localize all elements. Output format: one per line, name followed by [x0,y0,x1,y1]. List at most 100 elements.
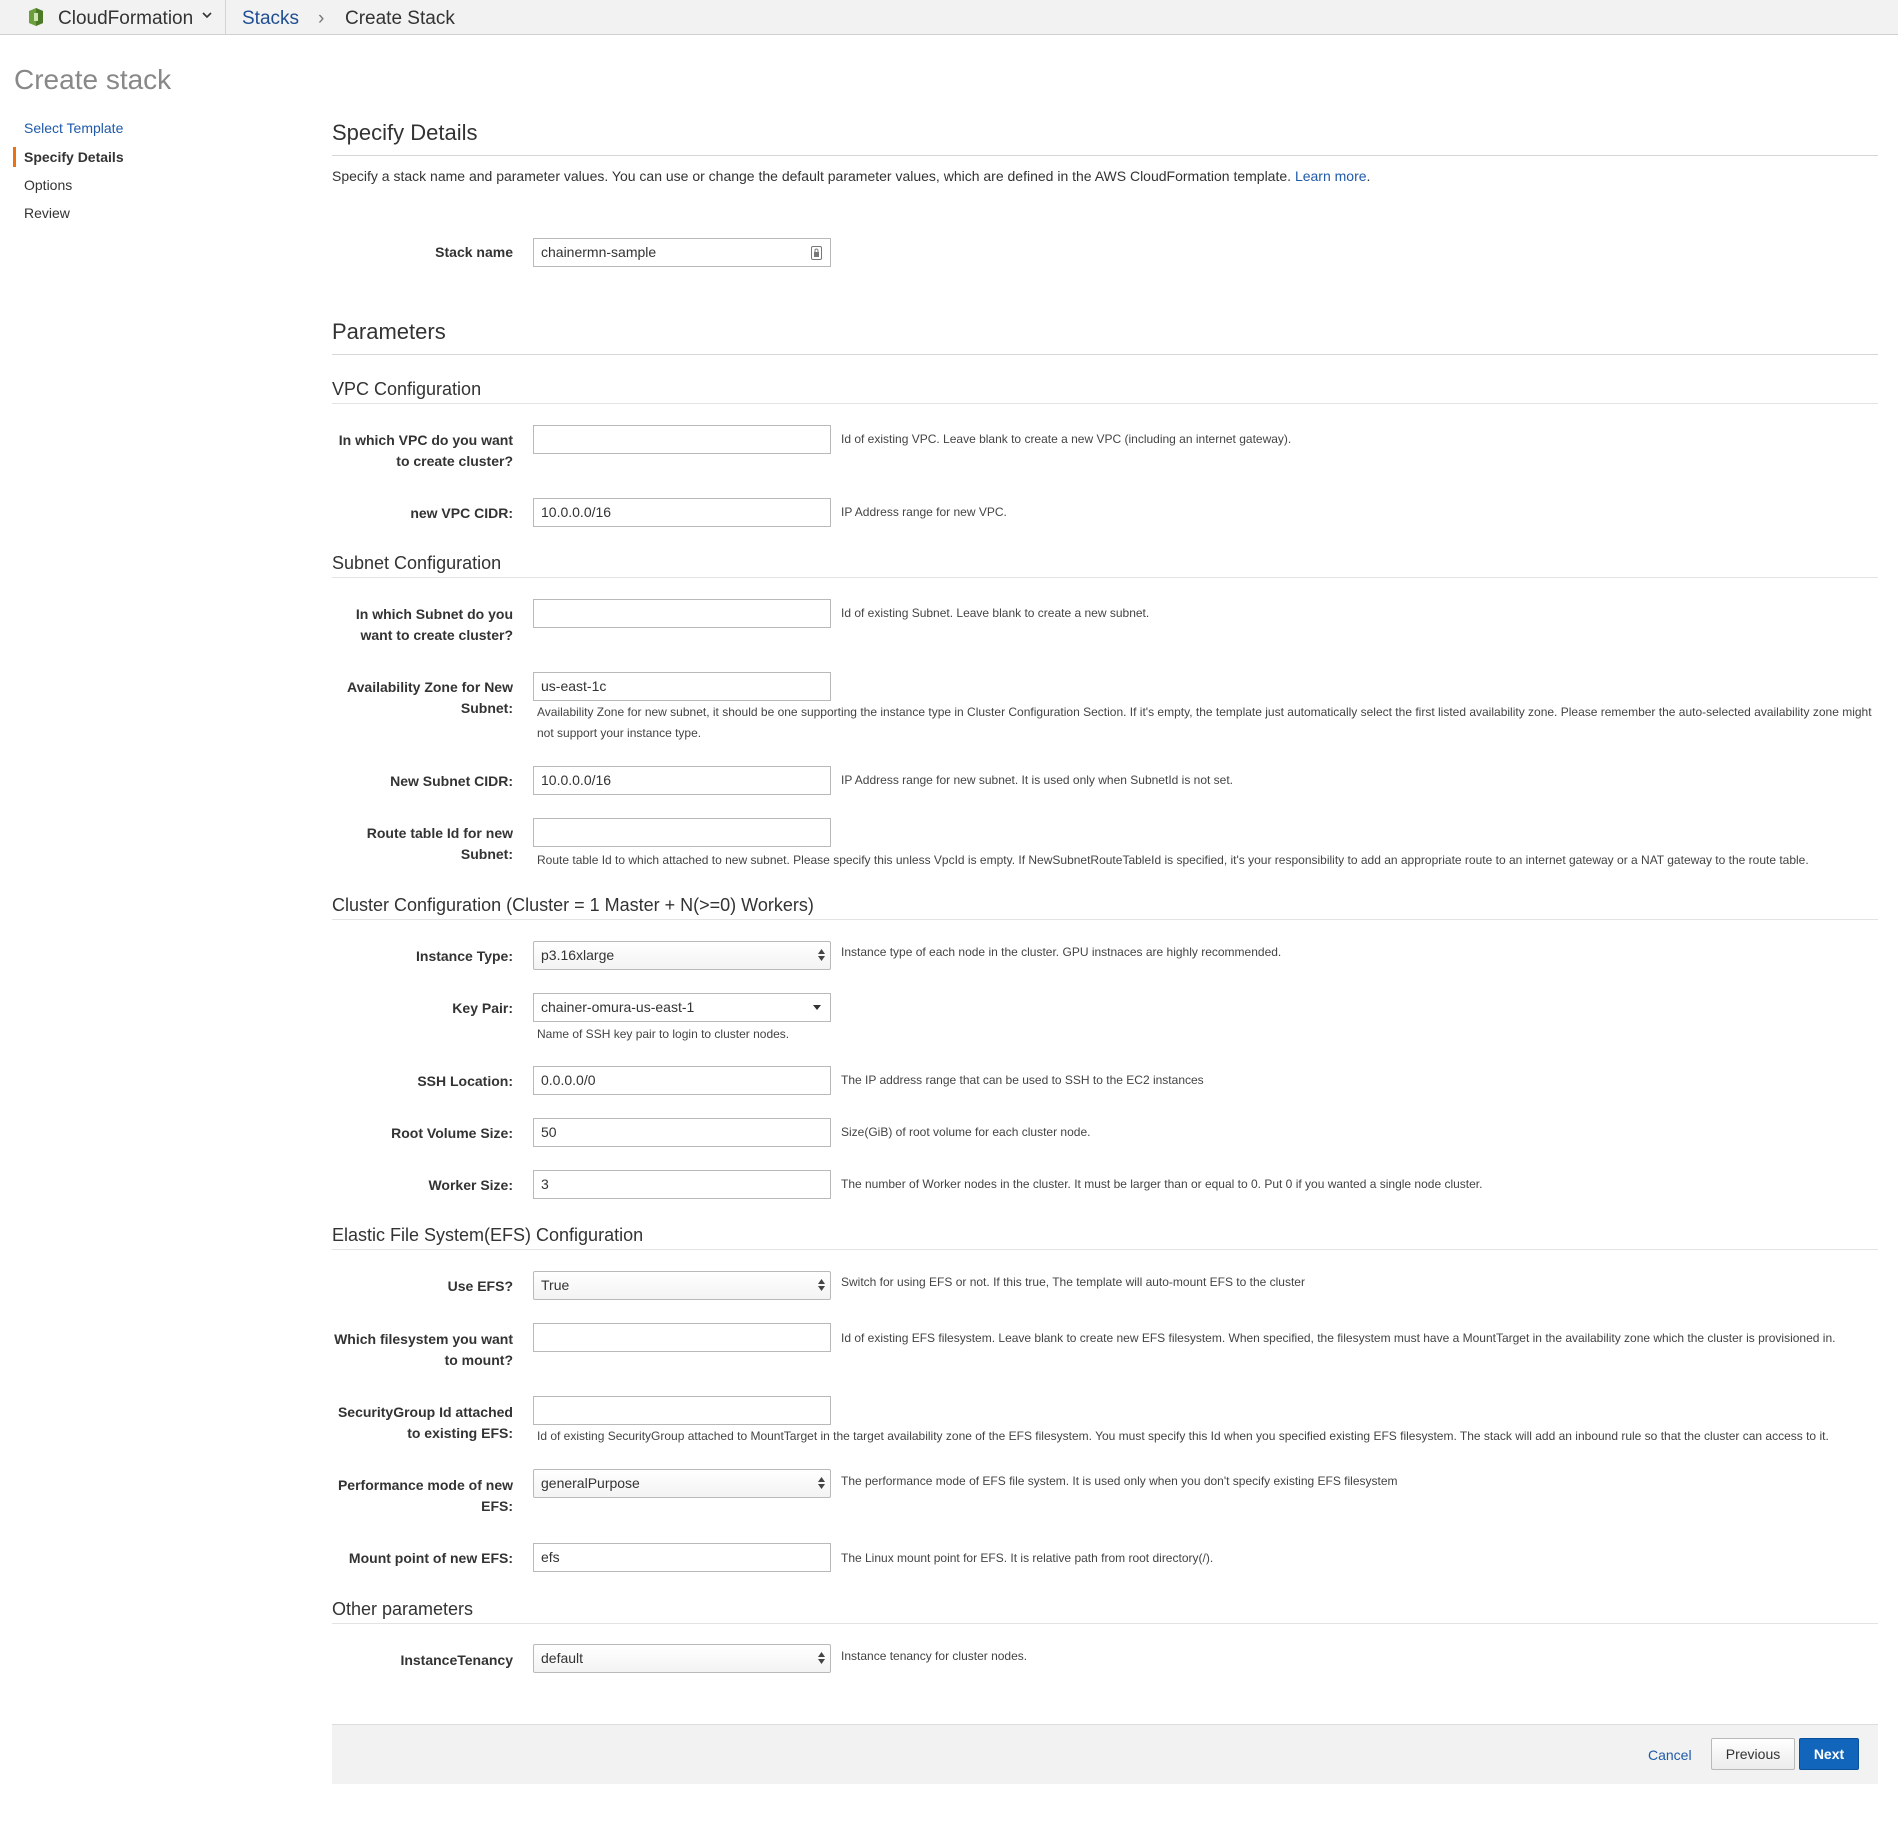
use-efs-description: Switch for using EFS or not. If this tru… [841,1275,1305,1289]
efs-mount-point-input[interactable]: efs [533,1543,831,1572]
efs-filesystem-label-line2: to mount? [444,1352,513,1368]
sidebar-item-review[interactable]: Review [24,205,70,221]
efs-filesystem-label-line1: Which filesystem you want [334,1331,513,1347]
sidebar-active-indicator [13,147,16,167]
vpc-cidr-description: IP Address range for new VPC. [841,505,1007,519]
subnet-id-input[interactable] [533,599,831,628]
ssh-location-description: The IP address range that can be used to… [841,1073,1204,1087]
vpc-cidr-label: new VPC CIDR: [410,505,513,521]
select-updown-icon [818,1477,825,1489]
route-table-label-line2: Subnet: [460,846,513,862]
subsection-divider [332,1623,1878,1624]
cloudformation-logo-icon [29,8,43,26]
root-volume-description: Size(GiB) of root volume for each cluste… [841,1125,1091,1139]
availability-zone-value: us-east-1c [541,678,607,694]
efs-configuration-heading: Elastic File System(EFS) Configuration [332,1225,644,1245]
subsection-divider [332,577,1878,578]
instance-type-label: Instance Type: [416,948,513,964]
subnet-cidr-description: IP Address range for new subnet. It is u… [841,773,1234,787]
efs-security-group-label-line2: to existing EFS: [407,1425,513,1441]
other-parameters-heading: Other parameters [332,1599,474,1619]
key-pair-description: Name of SSH key pair to login to cluster… [537,1027,790,1041]
root-volume-input[interactable]: 50 [533,1118,831,1147]
specify-details-intro: Specify a stack name and parameter value… [332,168,1370,184]
ssh-location-input[interactable]: 0.0.0.0/0 [533,1066,831,1095]
instance-tenancy-label: InstanceTenancy [400,1652,513,1668]
vpc-configuration-heading: VPC Configuration [332,379,482,399]
breadcrumb-separator: › [318,8,325,29]
sidebar-item-specify-details[interactable]: Specify Details [24,149,124,165]
select-updown-icon [818,949,825,961]
breadcrumb-stacks-link[interactable]: Stacks [242,8,299,30]
section-divider [332,155,1878,156]
efs-performance-mode-label-line2: EFS: [481,1498,513,1514]
availability-zone-label-line2: Subnet: [460,700,513,716]
subnet-cidr-input[interactable]: 10.0.0.0/16 [533,766,831,795]
efs-security-group-label: SecurityGroup Id attached to existing EF… [113,1402,513,1444]
service-name: CloudFormation [58,8,194,29]
stack-name-label: Stack name [435,244,513,260]
instance-type-description: Instance type of each node in the cluste… [841,945,1282,959]
subsection-divider [332,1249,1878,1250]
vpc-id-label-line2: to create cluster? [396,453,513,469]
specify-details-heading: Specify Details [332,120,478,145]
efs-filesystem-input[interactable] [533,1323,831,1352]
subnet-cidr-label: New Subnet CIDR: [390,773,513,789]
vpc-id-label: In which VPC do you want to create clust… [113,430,513,472]
vpc-id-input[interactable] [533,425,831,454]
previous-button[interactable]: Previous [1711,1738,1795,1770]
use-efs-select[interactable]: True [533,1271,831,1300]
use-efs-label: Use EFS? [447,1278,513,1294]
vpc-cidr-value: 10.0.0.0/16 [541,504,612,520]
subnet-configuration-heading: Subnet Configuration [332,553,502,573]
select-updown-icon [818,1652,825,1664]
route-table-label-line1: Route table Id for new [366,825,513,841]
stack-name-value: chainermn-sample [541,244,657,260]
availability-zone-label-line1: Availability Zone for New [347,679,513,695]
key-pair-value: chainer-omura-us-east-1 [541,999,695,1015]
efs-performance-mode-label: Performance mode of new EFS: [113,1475,513,1517]
select-updown-icon [818,1279,825,1291]
key-pair-dropdown[interactable]: chainer-omura-us-east-1 [533,993,831,1022]
subsection-divider [332,919,1878,920]
subsection-divider [332,403,1878,404]
vpc-id-description: Id of existing VPC. Leave blank to creat… [841,432,1292,446]
instance-tenancy-select[interactable]: default [533,1644,831,1673]
instance-tenancy-description: Instance tenancy for cluster nodes. [841,1649,1028,1663]
cancel-button[interactable]: Cancel [1648,1747,1692,1763]
efs-performance-mode-select[interactable]: generalPurpose [533,1469,831,1498]
cluster-configuration-heading: Cluster Configuration (Cluster = 1 Maste… [332,895,814,915]
learn-more-link[interactable]: Learn more [1295,168,1367,184]
use-efs-value: True [541,1277,570,1293]
parameters-heading: Parameters [332,319,446,344]
next-button[interactable]: Next [1799,1738,1859,1770]
efs-performance-mode-description: The performance mode of EFS file system.… [841,1474,1398,1488]
wizard-footer [332,1724,1878,1784]
efs-performance-mode-label-line1: Performance mode of new [337,1477,513,1493]
availability-zone-description: Availability Zone for new subnet, it sho… [537,705,1872,740]
route-table-description: Route table Id to which attached to new … [537,853,1809,867]
sidebar-item-select-template[interactable]: Select Template [24,120,123,136]
efs-security-group-description: Id of existing SecurityGroup attached to… [537,1429,1829,1443]
service-menu[interactable]: CloudFormation [0,0,226,35]
autofill-key-icon[interactable] [811,246,822,260]
breadcrumb-current: Create Stack [345,8,455,29]
worker-size-input[interactable]: 3 [533,1170,831,1199]
sidebar-item-options[interactable]: Options [24,177,72,193]
root-volume-label: Root Volume Size: [391,1125,513,1141]
route-table-label: Route table Id for new Subnet: [113,823,513,865]
availability-zone-input[interactable]: us-east-1c [533,672,831,701]
root-volume-value: 50 [541,1124,557,1140]
efs-mount-point-value: efs [541,1549,560,1565]
efs-security-group-input[interactable] [533,1396,831,1425]
page-title: Create stack [14,64,172,95]
instance-type-select[interactable]: p3.16xlarge [533,941,831,970]
stack-name-input[interactable]: chainermn-sample [533,238,831,267]
route-table-input[interactable] [533,818,831,847]
worker-size-value: 3 [541,1176,549,1192]
subnet-cidr-value: 10.0.0.0/16 [541,772,612,788]
subnet-id-label-line2: want to create cluster? [360,627,514,643]
efs-security-group-label-line1: SecurityGroup Id attached [337,1404,513,1420]
instance-type-value: p3.16xlarge [541,947,615,963]
vpc-cidr-input[interactable]: 10.0.0.0/16 [533,498,831,527]
